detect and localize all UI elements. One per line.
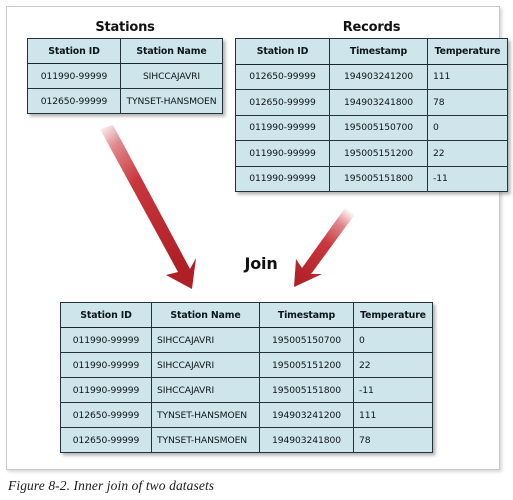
cell-temperature: 111 bbox=[353, 402, 433, 428]
cell-station-id: 011990-99999 bbox=[60, 352, 152, 378]
cell-timestamp: 195005151800 bbox=[259, 377, 354, 403]
records-title: Records bbox=[342, 20, 401, 35]
table-header-row: Station ID Timestamp Temperature bbox=[235, 38, 508, 65]
cell-station-id: 011990-99999 bbox=[235, 165, 330, 192]
table-row: 011990-99999 195005150700 0 bbox=[235, 114, 508, 141]
cell-station-name: SIHCCAJAVRI bbox=[151, 352, 260, 378]
stations-table-block: Stations Station ID Station Name 011990-… bbox=[27, 20, 223, 114]
table-row: 012650-99999 TYNSET-HANSMOEN 19490324180… bbox=[60, 427, 433, 453]
cell-station-name: TYNSET-HANSMOEN bbox=[120, 88, 223, 114]
column-header-temperature: Temperature bbox=[353, 302, 433, 328]
cell-station-id: 012650-99999 bbox=[235, 89, 330, 116]
table-row: 012650-99999 194903241200 111 bbox=[235, 63, 508, 90]
table-row: 012650-99999 TYNSET-HANSMOEN 19490324120… bbox=[60, 402, 433, 428]
cell-station-id: 011990-99999 bbox=[60, 327, 152, 353]
cell-temperature: -11 bbox=[427, 165, 508, 192]
table-row: 011990-99999 SIHCCAJAVRI 195005150700 0 bbox=[60, 327, 433, 353]
cell-timestamp: 195005151800 bbox=[329, 165, 428, 192]
column-header-station-id: Station ID bbox=[235, 38, 330, 65]
cell-temperature: 22 bbox=[353, 352, 433, 378]
stations-table: Station ID Station Name 011990-99999 SIH… bbox=[27, 38, 223, 114]
records-table: Station ID Timestamp Temperature 012650-… bbox=[235, 38, 508, 192]
cell-timestamp: 194903241800 bbox=[259, 427, 354, 453]
table-header-row: Station ID Station Name bbox=[27, 38, 223, 64]
cell-timestamp: 194903241200 bbox=[259, 402, 354, 428]
cell-station-id: 012650-99999 bbox=[60, 427, 152, 453]
join-result-table: Station ID Station Name Timestamp Temper… bbox=[60, 302, 433, 453]
table-row: 011990-99999 SIHCCAJAVRI 195005151200 22 bbox=[60, 352, 433, 378]
column-header-station-id: Station ID bbox=[27, 38, 121, 64]
cell-station-name: SIHCCAJAVRI bbox=[151, 327, 260, 353]
table-row: 012650-99999 TYNSET-HANSMOEN bbox=[27, 88, 223, 114]
cell-timestamp: 195005151200 bbox=[259, 352, 354, 378]
cell-timestamp: 195005151200 bbox=[329, 140, 428, 167]
cell-temperature: 78 bbox=[353, 427, 433, 453]
cell-station-id: 011990-99999 bbox=[235, 114, 330, 141]
cell-station-id: 011990-99999 bbox=[27, 63, 121, 89]
cell-timestamp: 194903241200 bbox=[329, 63, 428, 90]
cell-station-id: 011990-99999 bbox=[60, 377, 152, 403]
cell-temperature: 0 bbox=[427, 114, 508, 141]
cell-station-id: 012650-99999 bbox=[60, 402, 152, 428]
table-row: 011990-99999 195005151800 -11 bbox=[235, 165, 508, 192]
column-header-temperature: Temperature bbox=[427, 38, 508, 65]
cell-timestamp: 195005150700 bbox=[329, 114, 428, 141]
column-header-station-name: Station Name bbox=[151, 302, 260, 328]
cell-station-id: 011990-99999 bbox=[235, 140, 330, 167]
column-header-station-id: Station ID bbox=[60, 302, 152, 328]
table-header-row: Station ID Station Name Timestamp Temper… bbox=[60, 302, 433, 328]
column-header-station-name: Station Name bbox=[120, 38, 223, 64]
cell-temperature: 78 bbox=[427, 89, 508, 116]
cell-station-name: SIHCCAJAVRI bbox=[120, 63, 223, 89]
column-header-timestamp: Timestamp bbox=[329, 38, 428, 65]
cell-temperature: -11 bbox=[353, 377, 433, 403]
cell-temperature: 0 bbox=[353, 327, 433, 353]
join-label: Join bbox=[244, 254, 278, 273]
column-header-timestamp: Timestamp bbox=[259, 302, 354, 328]
cell-timestamp: 194903241800 bbox=[329, 89, 428, 116]
cell-station-id: 012650-99999 bbox=[27, 88, 121, 114]
records-table-block: Records Station ID Timestamp Temperature… bbox=[235, 20, 508, 192]
table-row: 011990-99999 195005151200 22 bbox=[235, 140, 508, 167]
table-row: 011990-99999 SIHCCAJAVRI bbox=[27, 63, 223, 89]
cell-station-name: TYNSET-HANSMOEN bbox=[151, 402, 260, 428]
cell-timestamp: 195005150700 bbox=[259, 327, 354, 353]
cell-station-name: SIHCCAJAVRI bbox=[151, 377, 260, 403]
cell-station-id: 012650-99999 bbox=[235, 63, 330, 90]
join-result-table-block: Station ID Station Name Timestamp Temper… bbox=[60, 302, 433, 453]
figure-caption: Figure 8-2. Inner join of two datasets bbox=[8, 478, 215, 493]
figure-frame: Stations Station ID Station Name 011990-… bbox=[6, 6, 508, 470]
cell-station-name: TYNSET-HANSMOEN bbox=[151, 427, 260, 453]
table-row: 011990-99999 SIHCCAJAVRI 195005151800 -1… bbox=[60, 377, 433, 403]
table-row: 012650-99999 194903241800 78 bbox=[235, 89, 508, 116]
cell-temperature: 111 bbox=[427, 63, 508, 90]
cell-temperature: 22 bbox=[427, 140, 508, 167]
stations-title: Stations bbox=[95, 20, 155, 35]
